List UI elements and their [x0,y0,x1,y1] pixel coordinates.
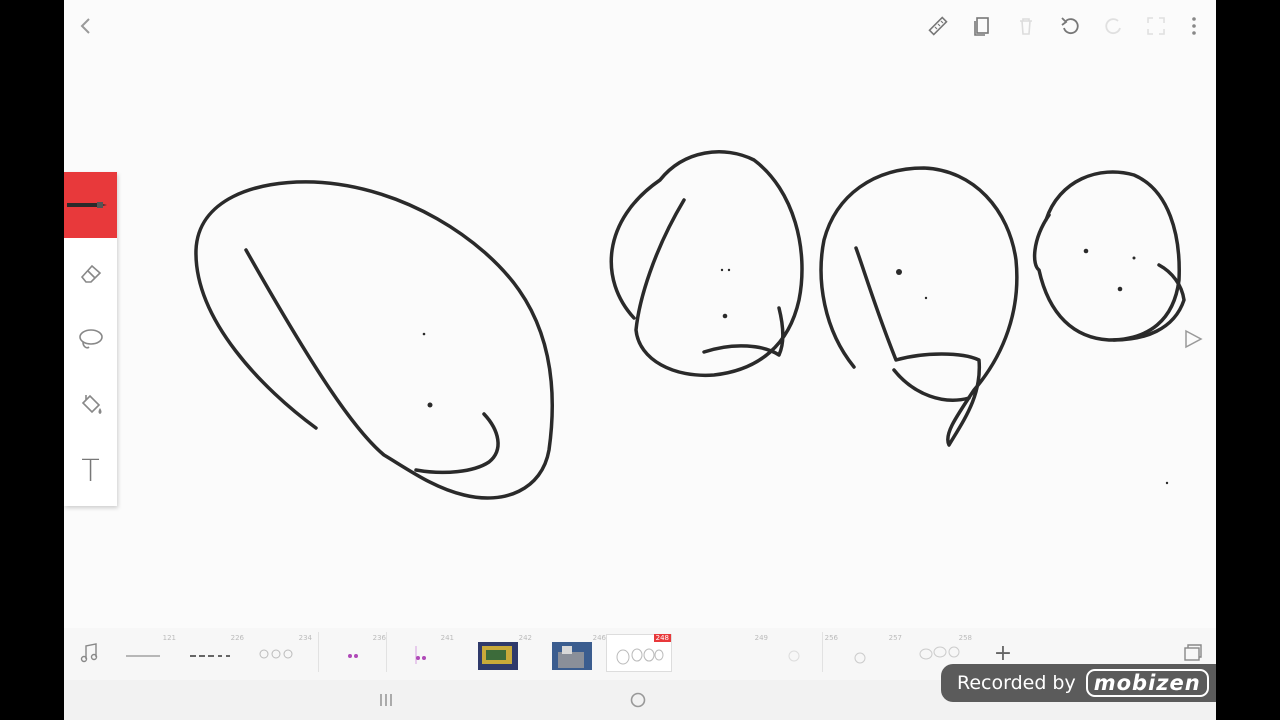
play-outline-icon [1185,329,1203,349]
menu-button[interactable] [1178,10,1210,42]
frame-preview [259,649,293,659]
recent-apps-icon [380,694,392,706]
frame-thumbnail[interactable]: 256 [774,634,840,672]
dot-stray [1165,481,1169,485]
home-button[interactable] [626,688,650,712]
undo-icon [1061,17,1079,35]
redo-button[interactable] [1098,10,1130,42]
play-button[interactable] [1178,324,1208,354]
stroke-face3-outline [819,166,1019,447]
dot-face3-a [896,269,902,275]
stroke-face1-mouth [414,412,500,475]
frame-thumbnail[interactable]: 242 [468,634,534,672]
dot-face2-c [722,313,728,319]
dot-face4-a [1083,248,1089,254]
dot-face1-a [422,332,426,336]
frame-thumbnail[interactable]: 246 [542,634,608,672]
fill-tool[interactable] [64,372,117,438]
expand-icon [1147,17,1165,35]
stroke-face2-mouth [702,306,785,357]
frame-preview [126,655,160,657]
frame-thumbnail[interactable]: 257 [838,634,904,672]
frame-preview [710,640,762,670]
brush-tool[interactable] [64,172,117,238]
frame-thumbnail-selected[interactable]: 248 [606,634,672,672]
ruler-button[interactable] [922,10,954,42]
recorder-watermark: Recorded by mobizen [941,664,1216,702]
recent-apps-button[interactable] [374,688,398,712]
frame-preview [552,642,592,670]
layers-icon [1184,644,1202,661]
lasso-icon [78,329,103,349]
undo-button[interactable] [1054,10,1086,42]
frame-thumbnail[interactable]: 234 [248,634,314,672]
trash-icon [1020,18,1032,35]
delete-button[interactable] [1010,10,1042,42]
plus-icon: + [993,640,1013,666]
dot-face4-b [1132,256,1136,260]
frame-preview [788,650,800,662]
frame-preview [478,642,518,670]
dot-face2-b [727,268,731,272]
mobizen-logo: mobizen [1085,669,1209,697]
timeline-divider [318,632,319,672]
chevron-left-icon [80,18,90,34]
watermark-text: Recorded by [957,672,1076,694]
eraser-icon [80,264,101,283]
dot-face4-c [1117,286,1123,292]
layers-button[interactable] [1180,640,1206,666]
timeline-divider [386,632,387,672]
timeline-divider [822,632,823,672]
frames-copy-button[interactable] [966,10,998,42]
frame-thumbnail[interactable]: 236 [322,634,388,672]
drawing-canvas[interactable] [64,0,1216,628]
frame-preview [854,652,866,664]
tool-rail: T [64,172,117,506]
home-circle-icon [630,692,646,708]
dot-face1-b [427,402,433,408]
frame-thumbnail[interactable]: 226 [180,634,246,672]
redo-icon [1105,18,1121,35]
lasso-tool[interactable] [64,306,117,372]
ruler-icon [928,16,948,36]
frame-preview [415,646,426,664]
text-tool[interactable]: T [64,438,117,504]
add-frame-button[interactable]: + [990,640,1016,666]
back-button[interactable] [70,10,102,42]
more-vertical-icon [1192,17,1196,35]
frame-thumbnail[interactable]: 241 [390,634,456,672]
stroke-face3-chin [892,368,971,402]
stroke-face4-outline [1032,170,1181,342]
stroke-face2-outline [609,150,804,378]
audio-button[interactable] [78,640,100,666]
eraser-tool[interactable] [64,240,117,306]
brush-icon [66,202,107,208]
frame-thumbnail[interactable]: 249 [704,634,770,672]
frame-thumbnail[interactable]: 121 [112,634,178,672]
frame-preview [190,655,230,657]
app-screen: T 121 226 234 236 241 242 246 248 249 25… [64,0,1216,720]
text-tool-icon: T [81,453,100,489]
fullscreen-button[interactable] [1140,10,1172,42]
paint-bucket-icon [81,394,101,414]
frame-preview [348,654,358,658]
copy-frames-icon [974,17,989,36]
dot-face3-b [924,296,928,300]
dot-face2-a [720,268,724,272]
music-note-icon [80,643,98,663]
frame-preview [616,648,664,665]
